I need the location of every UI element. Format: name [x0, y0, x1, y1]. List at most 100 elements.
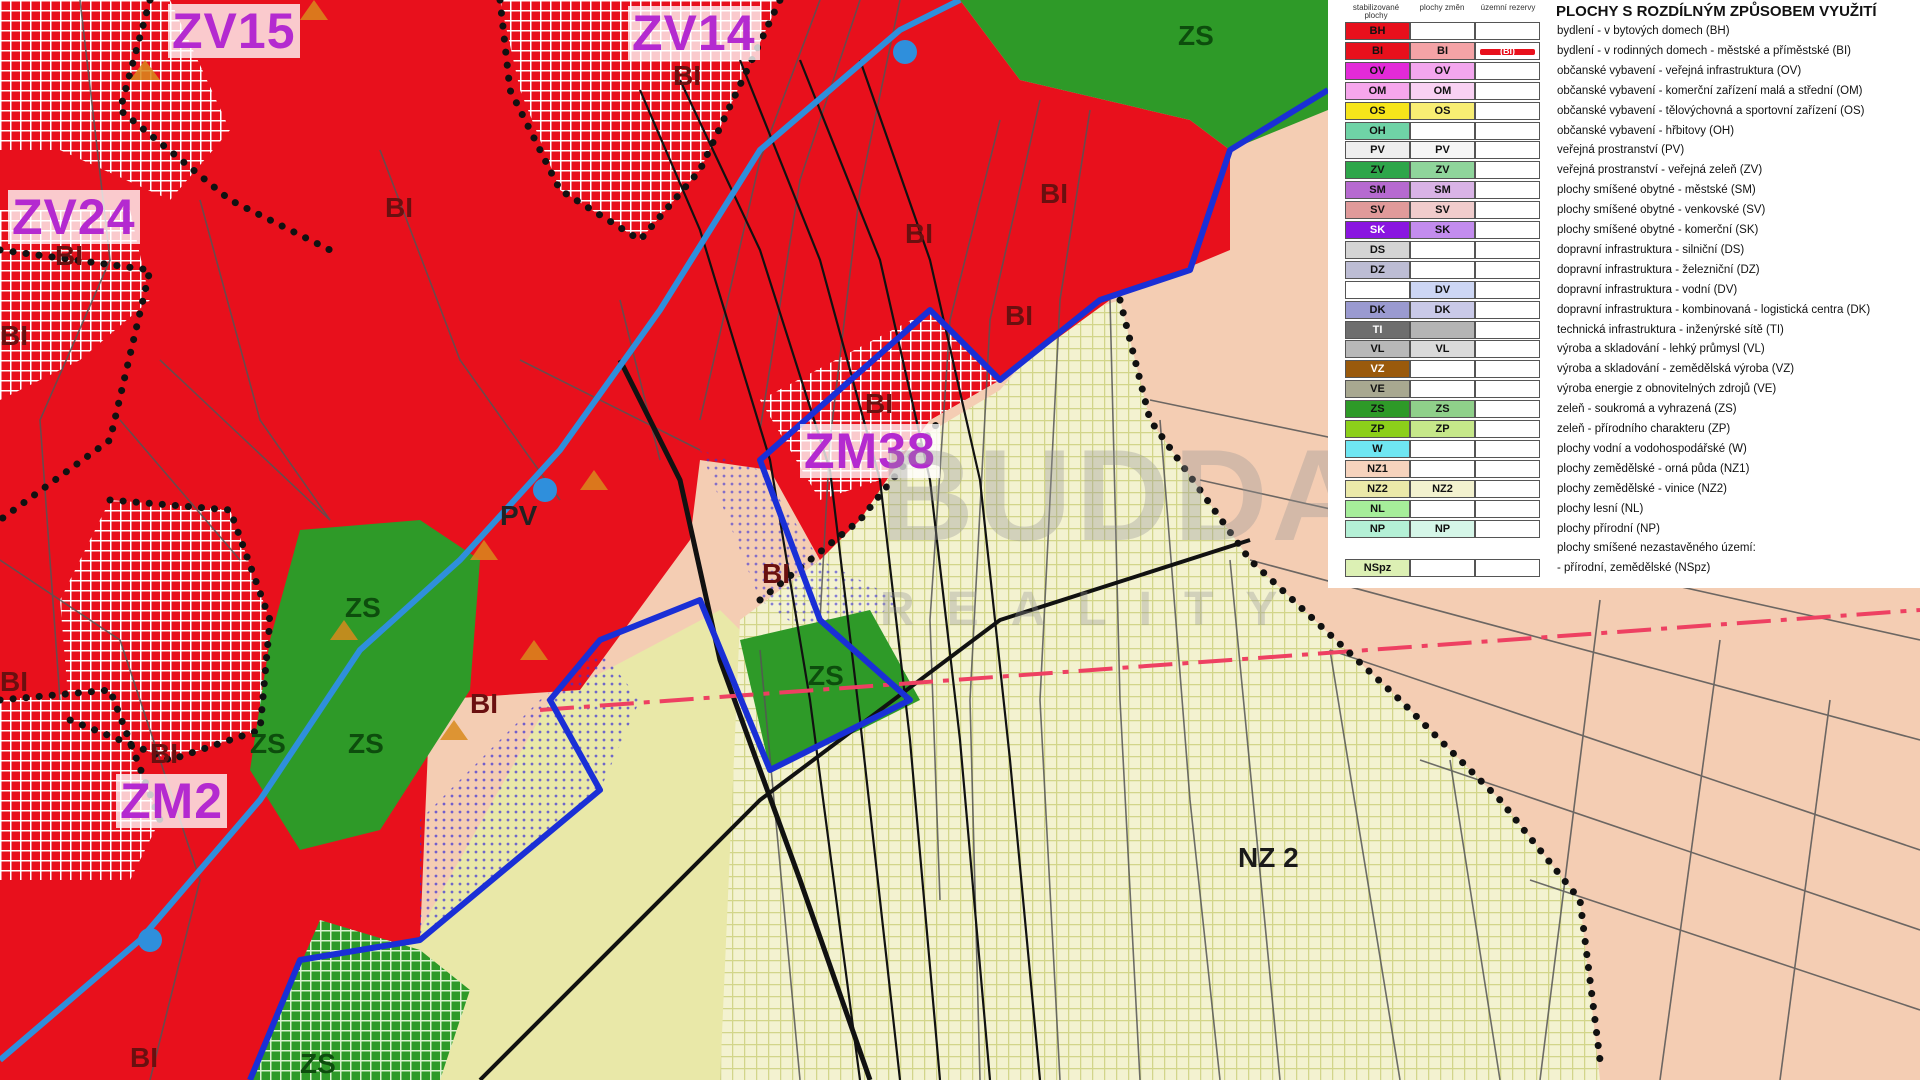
legend-reserve-swatch — [1475, 459, 1540, 478]
legend-col-header: územní rezervy — [1480, 3, 1536, 12]
legend-change-swatch: OS — [1410, 101, 1475, 120]
legend-change-swatch: NZ2 — [1410, 479, 1475, 498]
legend-change-swatch: ZP — [1410, 420, 1475, 438]
legend-reserve-swatch — [1475, 121, 1540, 140]
legend-reserve-swatch — [1475, 22, 1540, 40]
legend-description: dopravní infrastruktura - železniční (DZ… — [1557, 263, 1760, 276]
legend-row: BH bydlení - v bytových domech (BH) — [1343, 22, 1918, 42]
legend-reserve-swatch — [1475, 221, 1540, 239]
legend-stabilized-swatch: OH — [1345, 121, 1410, 140]
zs-label: ZS — [808, 660, 844, 691]
legend-change-swatch: PV — [1410, 141, 1475, 160]
legend-reserve-swatch — [1475, 400, 1540, 419]
legend-reserve-swatch — [1475, 340, 1540, 359]
legend-stabilized-swatch: DZ — [1345, 260, 1410, 279]
legend-title: PLOCHY S ROZDÍLNÝM ZPŮSOBEM VYUŽITÍ — [1556, 3, 1877, 20]
legend-row-nspz-heading: plochy smíšené nezastavěného území: — [1343, 539, 1918, 559]
legend-reserve-swatch — [1475, 380, 1540, 399]
reserve-label: (BI) — [1500, 45, 1515, 56]
legend-description: bydlení - v rodinných domech - městské a… — [1557, 44, 1851, 57]
legend-stabilized-swatch: BH — [1345, 22, 1410, 40]
legend-row: VZ výroba a skladování - zemědělská výrob… — [1343, 360, 1918, 380]
legend-stabilized-swatch: ZV — [1345, 161, 1410, 180]
code-label-bi: BI — [0, 320, 28, 351]
legend-row: OV OV občanské vybavení - veřejná infrastr… — [1343, 61, 1918, 82]
zs-label: ZS — [348, 728, 384, 759]
legend-row: NL plochy lesní (NL) — [1343, 499, 1918, 520]
legend-change-swatch: OM — [1410, 81, 1475, 100]
legend-reserve-swatch — [1475, 320, 1540, 339]
legend-reserve-swatch — [1475, 181, 1540, 200]
legend-reserve-swatch — [1475, 499, 1540, 518]
zone-label-zm38: ZM38 — [800, 424, 940, 478]
legend-reserve-swatch — [1475, 101, 1540, 120]
legend-row: ZV ZV veřejná prostranství - veřejná zeleň… — [1343, 161, 1918, 181]
legend-description: dopravní infrastruktura - vodní (DV) — [1557, 283, 1738, 296]
legend-description: technická infrastruktura - inženýrské sí… — [1557, 323, 1784, 336]
legend-row: PV PV veřejná prostranství (PV) — [1343, 141, 1918, 161]
code-label-bi: BI — [0, 666, 28, 697]
code-label-bi: BI — [673, 60, 701, 91]
legend-row: NZ1 plochy zemědělské - orná půda (NZ1) — [1343, 459, 1918, 480]
legend-stabilized-swatch: SM — [1345, 181, 1410, 200]
legend-reserve-swatch — [1475, 559, 1540, 578]
legend-row: ZP ZP zeleň - přírodního charakteru (ZP) — [1343, 420, 1918, 440]
zs-label: ZS — [1178, 20, 1214, 51]
legend-stabilized-swatch: NSpz — [1345, 559, 1410, 578]
legend-stabilized-swatch: DK — [1345, 300, 1410, 319]
legend-stabilized-swatch: VL — [1345, 340, 1410, 359]
legend-description: veřejná prostranství - veřejná zeleň (ZV… — [1557, 164, 1763, 177]
zone-label-zv15: ZV15 — [168, 4, 300, 58]
legend-change-swatch: NP — [1410, 519, 1475, 538]
legend-reserve-swatch — [1475, 61, 1540, 80]
legend-row: ZS ZS zeleň - soukromá a vyhrazená (ZS) — [1343, 400, 1918, 420]
legend-change-swatch — [1410, 459, 1475, 478]
code-label-bi: BI — [130, 1042, 158, 1073]
legend-description: plochy přírodní (NP) — [1557, 522, 1660, 535]
legend-change-swatch: SV — [1410, 201, 1475, 220]
code-label-bi: BI — [470, 688, 498, 719]
legend-reserve-swatch — [1475, 201, 1540, 220]
code-label-bi: BI — [905, 218, 933, 249]
legend-change-swatch — [1410, 380, 1475, 399]
legend-change-swatch — [1410, 439, 1475, 458]
legend-reserve-swatch — [1475, 519, 1540, 538]
legend-change-swatch — [1410, 499, 1475, 518]
legend-change-swatch — [1410, 22, 1475, 40]
legend-reserve-swatch — [1475, 240, 1540, 259]
legend-stabilized-swatch: OS — [1345, 101, 1410, 120]
code-label-bi: BI — [1005, 300, 1033, 331]
legend-description: plochy smíšené obytné - městské (SM) — [1557, 184, 1756, 197]
legend-row-nspz: NSpz - přírodní, zemědělské (NSpz) — [1343, 559, 1918, 579]
legend-change-swatch: SK — [1410, 221, 1475, 239]
legend-stabilized-swatch: TI — [1345, 320, 1410, 339]
legend-row: DV dopravní infrastruktura - vodní (DV) — [1343, 280, 1918, 301]
legend-row: OS OS občanské vybavení - tělovýchovná a s… — [1343, 101, 1918, 122]
legend-col-header: plochy změn — [1419, 3, 1465, 12]
legend-description: občanské vybavení - veřejná infrastruktu… — [1557, 64, 1802, 77]
legend-row: DS dopravní infrastruktura - silniční (DS… — [1343, 240, 1918, 261]
legend-row: SK SK plochy smíšené obytné - komerční (SK… — [1343, 221, 1918, 241]
legend-row: TI technická infrastruktura - inženýrské … — [1343, 320, 1918, 341]
code-label-pv: PV — [500, 500, 538, 531]
code-label-bi: BI — [865, 388, 893, 419]
legend-reserve-swatch — [1475, 479, 1540, 498]
zone-label-zm2: ZM2 — [116, 774, 227, 828]
legend-description: občanské vybavení - tělovýchovná a sport… — [1557, 104, 1865, 117]
legend-reserve-swatch — [1475, 161, 1540, 180]
legend-description: výroba energie z obnovitelných zdrojů (V… — [1557, 383, 1777, 396]
zs-label: ZS — [300, 1048, 336, 1079]
legend-stabilized-swatch: NZ2 — [1345, 479, 1410, 498]
legend-change-swatch: DV — [1410, 280, 1475, 299]
legend-description: bydlení - v bytových domech (BH) — [1557, 25, 1730, 37]
legend-change-swatch: ZV — [1410, 161, 1475, 180]
legend-stabilized-swatch: NZ1 — [1345, 459, 1410, 478]
legend-change-swatch — [1410, 320, 1475, 339]
legend-col-header: stabilizované plochy — [1352, 3, 1400, 20]
legend-stabilized-swatch: VZ — [1345, 360, 1410, 379]
code-label-bi: BI — [55, 240, 83, 271]
legend-description: plochy lesní (NL) — [1557, 502, 1644, 515]
legend-description: plochy smíšené nezastavěného území: — [1557, 542, 1756, 555]
legend-change-swatch — [1410, 260, 1475, 279]
legend-change-swatch: VL — [1410, 340, 1475, 359]
